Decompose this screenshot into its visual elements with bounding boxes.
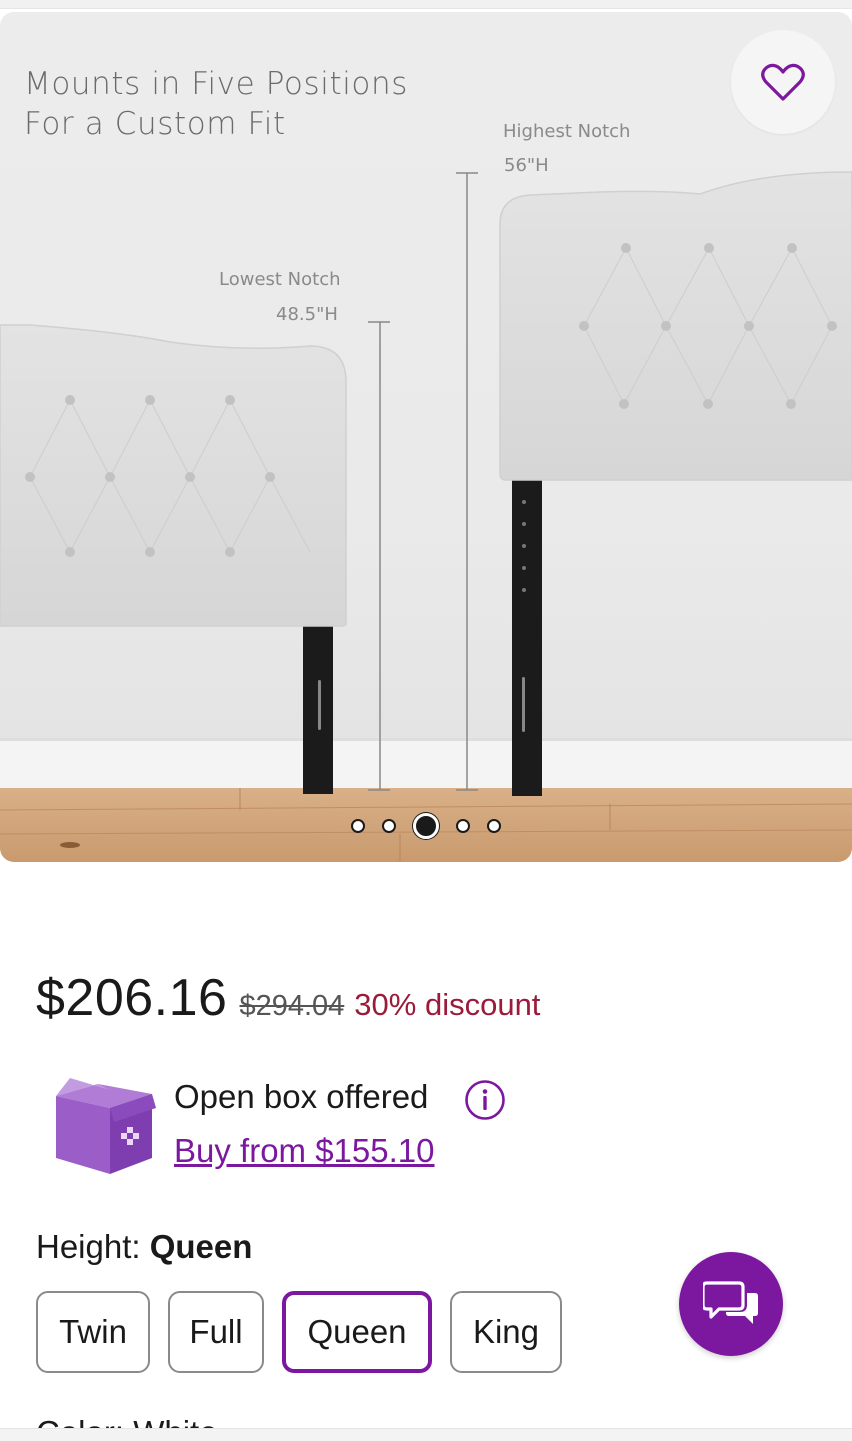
height-option-queen[interactable]: Queen xyxy=(282,1291,432,1373)
current-price: $206.16 xyxy=(36,969,228,1027)
open-box-buy-link[interactable]: Buy from $155.10 xyxy=(174,1132,435,1170)
favorite-button[interactable] xyxy=(731,30,835,134)
lowest-notch-value: 48.5"H xyxy=(276,304,338,325)
product-image-carousel[interactable]: Mounts in Five Positions For a Custom Fi… xyxy=(0,12,852,862)
carousel-dot[interactable] xyxy=(487,819,501,833)
chat-icon xyxy=(703,1281,758,1324)
image-caption-line-2: For a Custom Fit xyxy=(24,106,286,142)
heart-icon xyxy=(761,63,805,101)
height-option-full[interactable]: Full xyxy=(168,1291,264,1373)
open-box-icon xyxy=(56,1078,156,1174)
highest-notch-value: 56"H xyxy=(504,155,549,176)
price-row: $206.16 $294.04 30% discount xyxy=(36,968,540,1028)
carousel-dot-active[interactable] xyxy=(413,813,439,839)
height-selected-value: Queen xyxy=(149,1228,253,1265)
height-options: Twin Full Queen King xyxy=(36,1291,562,1373)
height-option-twin[interactable]: Twin xyxy=(36,1291,150,1373)
open-box-offer: Open box offered Buy from $155.10 xyxy=(52,1074,652,1184)
height-label: Height: Queen xyxy=(36,1228,252,1266)
lowest-notch-label: Lowest Notch xyxy=(219,269,341,290)
chat-button[interactable] xyxy=(679,1252,783,1356)
height-label-text: Height: xyxy=(36,1228,141,1265)
highest-notch-label: Highest Notch xyxy=(503,121,631,142)
info-icon[interactable] xyxy=(464,1079,506,1121)
original-price: $294.04 xyxy=(239,990,345,1022)
carousel-dots xyxy=(0,812,852,840)
height-option-king[interactable]: King xyxy=(450,1291,562,1373)
open-box-text: Open box offered xyxy=(174,1078,429,1115)
image-caption-line-1: Mounts in Five Positions xyxy=(24,66,408,102)
image-caption: Mounts in Five Positions For a Custom Fi… xyxy=(24,64,464,144)
top-bar xyxy=(0,0,852,9)
bottom-bar xyxy=(0,1428,852,1441)
carousel-dot[interactable] xyxy=(456,819,470,833)
carousel-dot[interactable] xyxy=(351,819,365,833)
discount-label: 30% discount xyxy=(354,987,541,1022)
carousel-dot[interactable] xyxy=(382,819,396,833)
